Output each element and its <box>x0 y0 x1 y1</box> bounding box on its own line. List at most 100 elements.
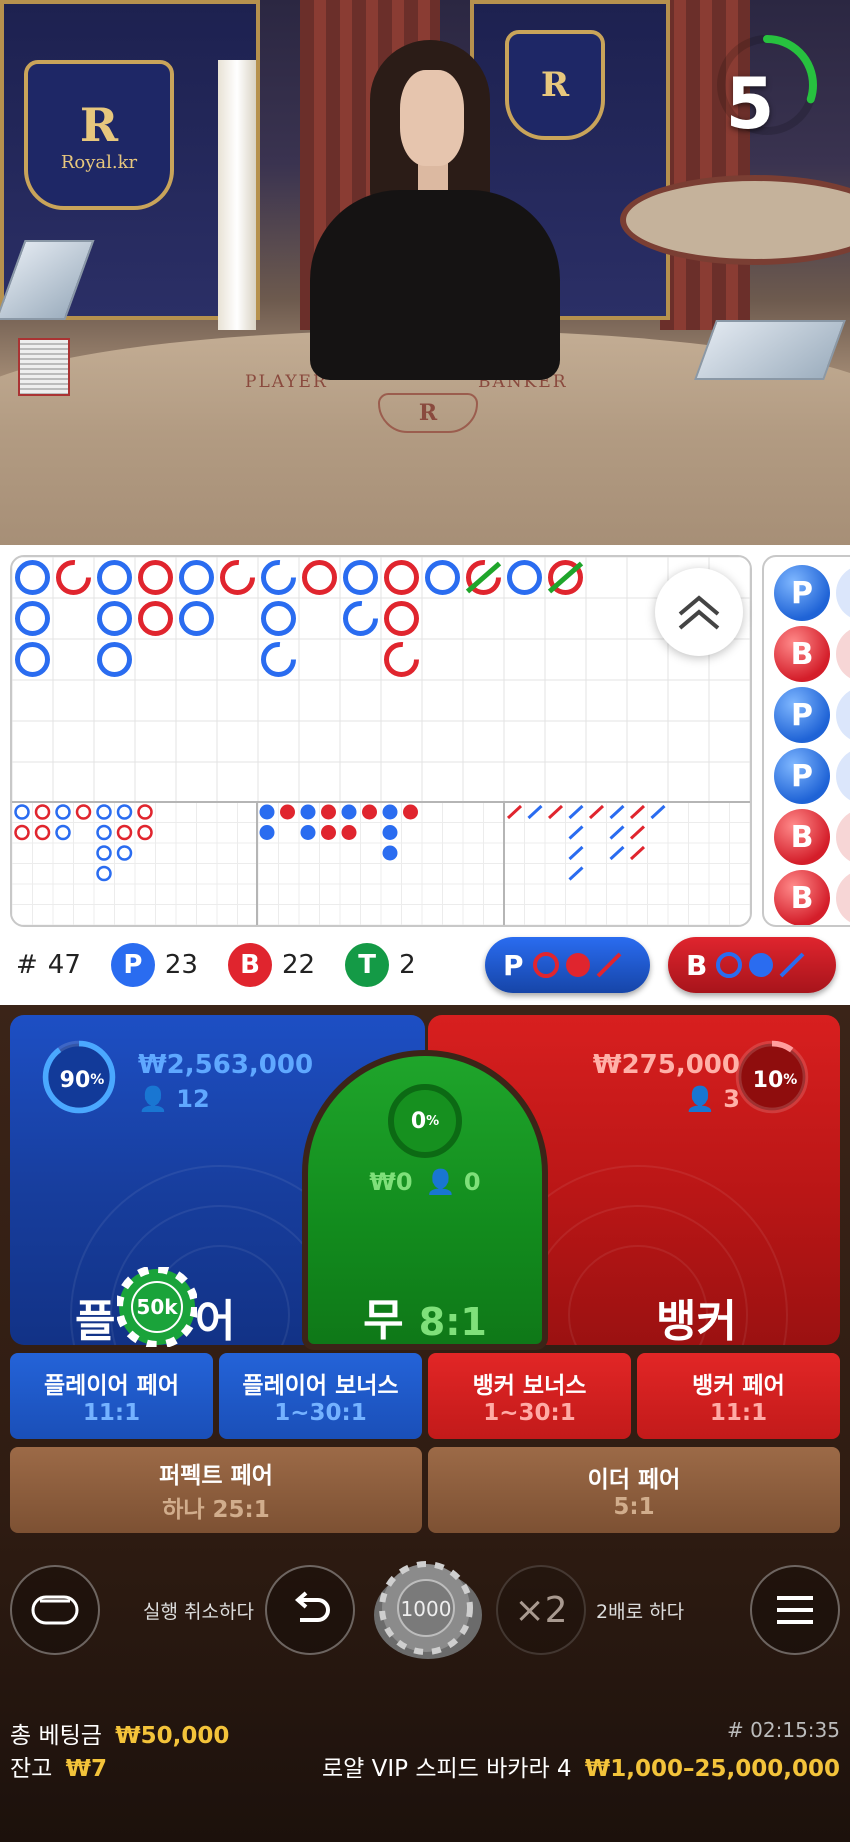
banker-pair-bet[interactable]: 뱅커 페어 11:1 <box>637 1353 840 1439</box>
banker-total-amount: ₩275,000 <box>592 1050 740 1080</box>
cockroach-road-mark <box>568 866 584 881</box>
big-road-mark <box>138 560 173 595</box>
big-road-mark <box>261 642 296 677</box>
big-road-mark <box>15 642 50 677</box>
bead-road-chip: P <box>774 687 830 743</box>
big-road-mark <box>97 642 132 677</box>
countdown-seconds: 5 <box>725 63 775 145</box>
big-road-mark <box>425 560 460 595</box>
crest-letter: R <box>79 97 119 152</box>
big-road-mark <box>56 560 91 595</box>
small-road-mark <box>96 845 112 861</box>
bead-road-chip: P <box>774 748 830 804</box>
total-bet-amount: ₩50,000 <box>115 1723 230 1749</box>
small-road-mark <box>14 804 30 820</box>
player-bonus-bet[interactable]: 플레이어 보너스 1~30:1 <box>219 1353 422 1439</box>
selected-chip-1000[interactable]: 1000 <box>368 1560 484 1660</box>
player-total-amount: ₩2,563,000 <box>138 1050 314 1080</box>
live-video-feed: R Royal.kr R PLAYER BANKER R 5 <box>0 0 850 545</box>
svg-text:50k: 50k <box>136 1295 178 1319</box>
player-wins-count: 23 <box>164 950 198 980</box>
small-road-mark <box>137 804 153 820</box>
big-road-mark <box>343 601 378 636</box>
bead-road-chip: P <box>774 565 830 621</box>
bead-road-chip-shadow <box>836 626 850 682</box>
cockroach-road-mark <box>650 804 666 820</box>
table-limits: ₩1,000–25,000,000 <box>584 1756 840 1782</box>
chat-bubble-icon <box>31 1595 79 1625</box>
tie-badge: T <box>345 943 390 987</box>
table-info-row: 로얄 VIP 스피드 바카라 4 ₩1,000–25,000,000 <box>322 1749 840 1783</box>
banker-users: 👤 3 <box>685 1085 740 1113</box>
rounds-count: 47 <box>47 950 81 980</box>
pillar <box>218 60 256 330</box>
placed-chip-50k[interactable]: 50k <box>117 1267 197 1347</box>
bead-road-chip-shadow <box>836 748 850 804</box>
player-badge: P <box>110 943 155 987</box>
banker-predict-button[interactable]: B <box>668 937 836 993</box>
cockroach-road-mark <box>506 804 523 820</box>
big-road-mark <box>343 560 378 595</box>
hamburger-menu-icon <box>777 1596 813 1624</box>
small-road-mark <box>116 804 133 820</box>
card-stack <box>18 338 70 396</box>
tie-amount-row: ₩0 👤 0 <box>308 1168 542 1196</box>
player-pair-bet[interactable]: 플레이어 페어 11:1 <box>10 1353 213 1439</box>
cockroach-road-mark <box>527 804 543 820</box>
player-users: 👤 12 <box>138 1085 210 1113</box>
menu-button[interactable] <box>750 1565 840 1655</box>
big-road-mark <box>384 560 419 595</box>
bigeye-road-mark <box>300 825 316 840</box>
bigeye-road-mark <box>382 804 398 820</box>
double-button[interactable]: ×2 <box>496 1565 586 1655</box>
user-icon: 👤 <box>138 1085 168 1113</box>
tie-percent: 0% <box>388 1084 462 1158</box>
bigeye-road-mark <box>362 804 377 820</box>
bigeye-road-mark <box>341 804 357 820</box>
big-road-mark <box>97 601 132 636</box>
total-bet-label: 총 베팅금 <box>10 1723 102 1749</box>
big-road-mark <box>261 601 296 636</box>
bigeye-road-mark <box>341 825 357 840</box>
undo-button[interactable] <box>265 1565 355 1655</box>
bead-road-chip: B <box>774 626 830 682</box>
rounds-hash: # <box>16 950 38 980</box>
banker-badge: B <box>227 943 272 987</box>
small-road-mark <box>116 824 133 841</box>
big-road-mark <box>138 601 173 636</box>
cockroach-road-mark <box>568 845 584 861</box>
banker-label: 뱅커 <box>656 1296 737 1345</box>
undo-icon <box>294 1591 330 1622</box>
either-pair-bet[interactable]: 이더 페어 5:1 <box>428 1447 840 1533</box>
banker-bonus-bet[interactable]: 뱅커 보너스 1~30:1 <box>428 1353 631 1439</box>
bigeye-road-mark <box>321 804 336 820</box>
bead-road-chip: B <box>774 870 830 925</box>
big-road-mark <box>15 601 50 636</box>
perfect-pair-bet[interactable]: 퍼펙트 페어 하나 25:1 <box>10 1447 422 1533</box>
roadmap-grid[interactable] <box>10 555 752 927</box>
bead-road-chip-shadow <box>836 870 850 925</box>
round-id: # 02:15:35 <box>727 1718 840 1742</box>
expand-roadmap-button[interactable] <box>655 568 743 656</box>
tie-bet-spot[interactable]: 0% ₩0 👤 0 무 8:1 <box>302 1050 548 1350</box>
big-road-mark <box>15 560 50 595</box>
chat-button[interactable] <box>10 1565 100 1655</box>
cockroach-road-mark <box>588 804 605 820</box>
small-road-mark <box>116 845 133 861</box>
undo-label: 실행 취소하다 <box>143 1601 254 1623</box>
svg-text:1000: 1000 <box>401 1597 452 1621</box>
small-road-mark <box>96 865 112 882</box>
bigeye-road-mark <box>280 804 295 820</box>
player-percent: 90% <box>59 1067 105 1093</box>
player-predict-button[interactable]: P <box>485 937 650 993</box>
bead-road-side[interactable]: PBPPBB <box>762 555 850 927</box>
bead-road-chip: B <box>774 809 830 865</box>
double-label: 2배로 하다 <box>596 1601 685 1623</box>
double-symbol: ×2 <box>514 1589 568 1631</box>
big-road-mark <box>179 560 214 595</box>
balance-amount: ₩7 <box>65 1756 108 1782</box>
big-road-mark <box>97 560 132 595</box>
big-road-mark <box>507 560 542 595</box>
predict-player-letter: P <box>503 948 524 982</box>
tie-total-amount: ₩0 <box>369 1168 413 1196</box>
